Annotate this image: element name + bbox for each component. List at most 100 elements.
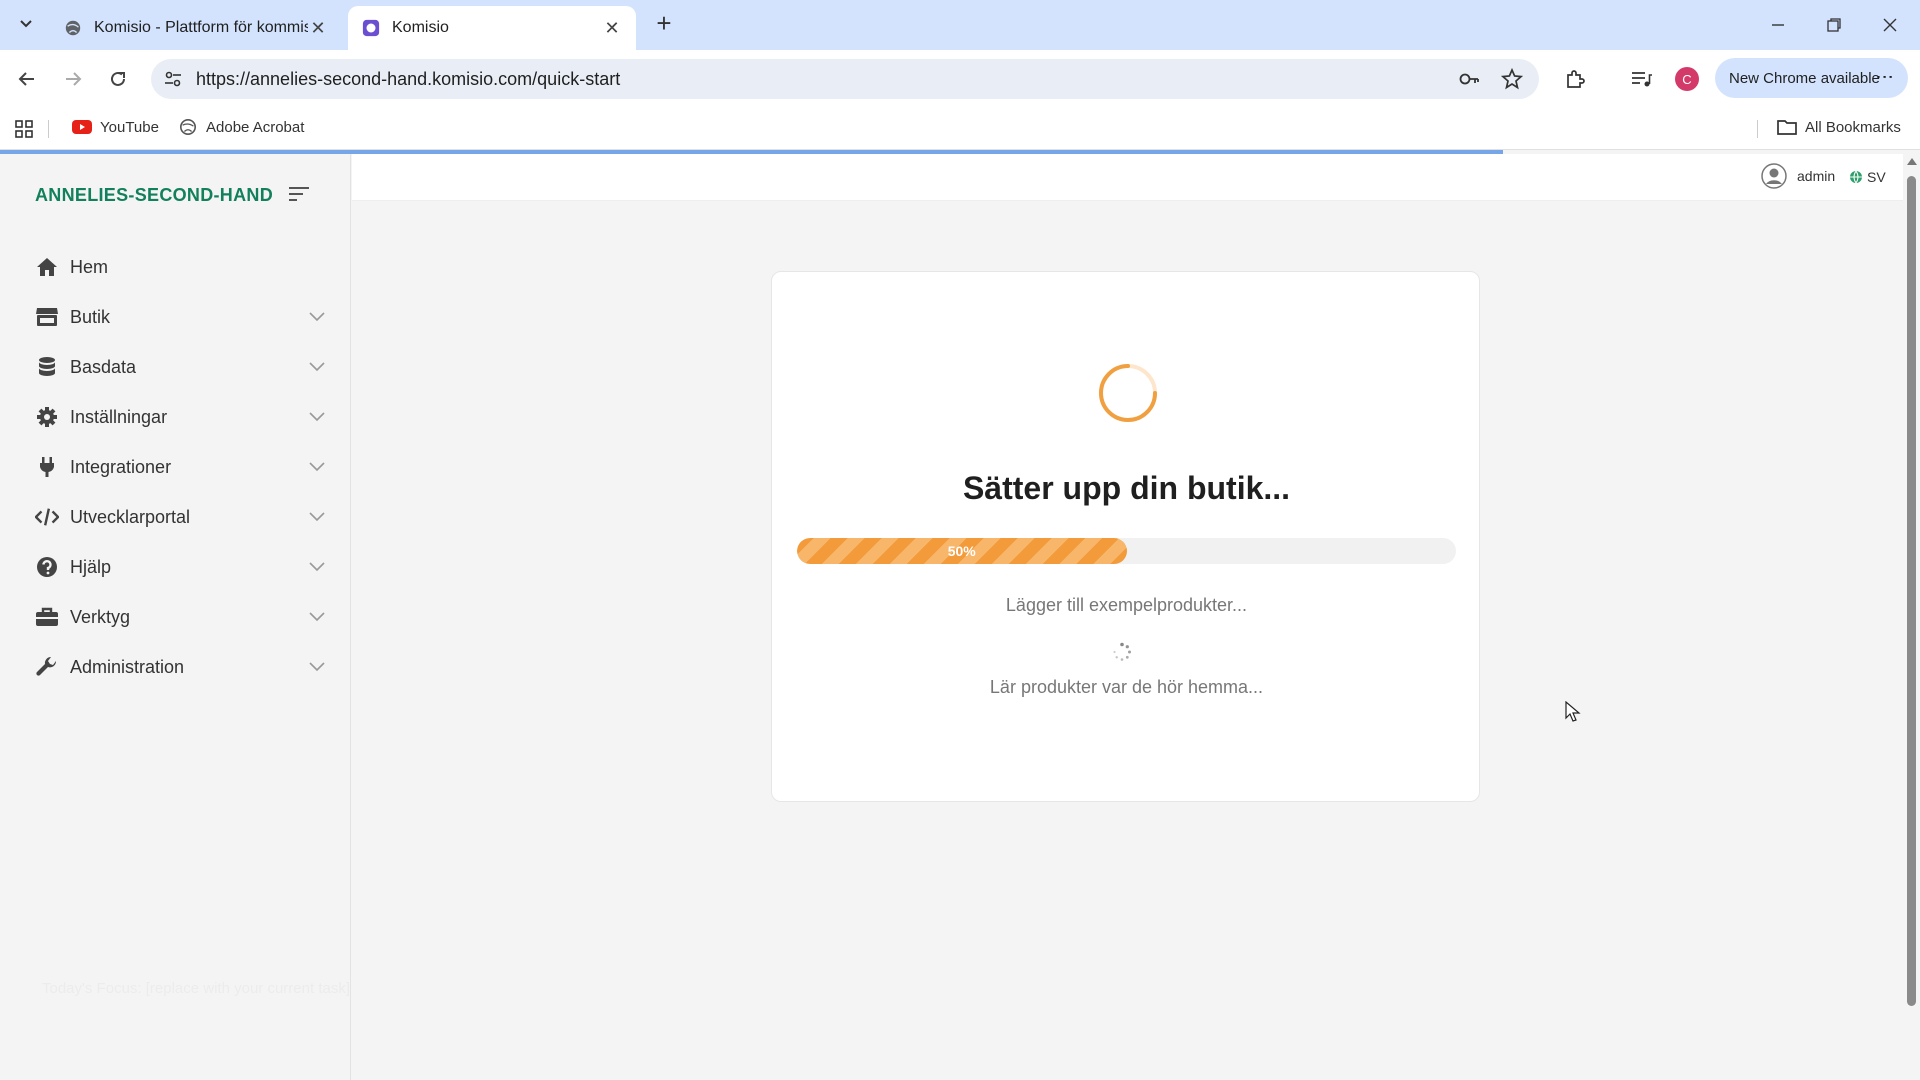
- chevron-down-icon: [309, 662, 325, 672]
- sidebar-item-label: Inställningar: [70, 406, 168, 427]
- bookmark-divider: [1757, 120, 1758, 138]
- loading-spinner-icon: [1099, 364, 1157, 422]
- sidebar: ANNELIES-SECOND-HAND Hem Butik Basdata I…: [0, 154, 351, 1080]
- sidebar-item-hjalp[interactable]: Hjälp: [35, 549, 325, 585]
- chevron-down-icon: [309, 612, 325, 622]
- language-switcher[interactable]: SV: [1849, 169, 1886, 185]
- chevron-down-icon: [19, 19, 32, 27]
- sidebar-item-label: Verktyg: [70, 606, 131, 627]
- chrome-update-button[interactable]: New Chrome available ⋮: [1715, 58, 1908, 98]
- sidebar-item-administration[interactable]: Administration: [35, 649, 325, 685]
- media-controls-icon[interactable]: [1629, 67, 1653, 91]
- chevron-down-icon: [309, 562, 325, 572]
- reload-button[interactable]: [100, 61, 136, 97]
- app-header: admin SV: [352, 154, 1903, 201]
- browser-toolbar: https://annelies-second-hand.komisio.com…: [0, 50, 1920, 108]
- setup-progress-bar: 50%: [797, 538, 1456, 564]
- youtube-icon: [72, 120, 92, 134]
- chevron-down-icon: [309, 512, 325, 522]
- bookmark-youtube[interactable]: YouTube: [72, 118, 159, 136]
- folder-icon: [1777, 120, 1797, 135]
- database-icon: [39, 357, 55, 376]
- extensions-puzzle-icon[interactable]: [1563, 67, 1587, 91]
- sidebar-item-integrationer[interactable]: Integrationer: [35, 449, 325, 485]
- store-icon: [36, 308, 58, 326]
- more-menu-icon[interactable]: ⋮: [1874, 68, 1896, 84]
- chevron-down-icon: [309, 312, 325, 322]
- sidebar-item-basdata[interactable]: Basdata: [35, 349, 325, 385]
- sidebar-item-label: Integrationer: [70, 456, 172, 477]
- gear-icon: [37, 407, 57, 427]
- close-tab-icon[interactable]: ✕: [308, 18, 328, 38]
- plug-icon: [40, 457, 54, 477]
- bookmark-adobe-acrobat[interactable]: Adobe Acrobat: [178, 118, 304, 136]
- tab-title: Komisio - Plattform för kommissionshande…: [94, 19, 308, 36]
- chevron-down-icon: [309, 362, 325, 372]
- all-bookmarks-label: All Bookmarks: [1805, 118, 1901, 136]
- bookmark-label: YouTube: [100, 118, 159, 136]
- bookmarks-bar: YouTube Adobe Acrobat All Bookmarks: [0, 108, 1920, 150]
- site-settings-icon[interactable]: [163, 69, 183, 89]
- user-menu[interactable]: admin: [1761, 163, 1835, 189]
- reload-icon: [111, 71, 125, 86]
- globe-icon: [1850, 170, 1862, 184]
- sidebar-item-label: Administration: [70, 656, 185, 677]
- focus-note: Today's Focus: [replace with your curren…: [42, 980, 350, 997]
- profile-avatar[interactable]: C: [1675, 67, 1699, 91]
- user-name: admin: [1797, 168, 1836, 184]
- bookmark-label: Adobe Acrobat: [206, 118, 305, 136]
- close-window-button[interactable]: [1862, 0, 1918, 50]
- tab-komisio-platform[interactable]: Komisio - Plattform för kommissionshande…: [50, 6, 342, 50]
- arrow-left-icon: [18, 72, 34, 86]
- chrome-update-label: New Chrome available: [1729, 69, 1880, 87]
- arrow-right-icon: [66, 72, 82, 86]
- password-key-icon[interactable]: [1458, 68, 1480, 90]
- url-text[interactable]: https://annelies-second-hand.komisio.com…: [196, 69, 620, 90]
- sidebar-item-verktyg[interactable]: Verktyg: [35, 599, 325, 635]
- scrollbar-thumb[interactable]: [1907, 176, 1916, 1006]
- apps-grid-icon[interactable]: [14, 119, 34, 139]
- mouse-cursor-icon: [1565, 701, 1581, 722]
- sidebar-item-installningar[interactable]: Inställningar: [35, 399, 325, 435]
- komisio-logo-icon: [362, 19, 380, 37]
- bookmark-star-icon[interactable]: [1501, 68, 1523, 90]
- sidebar-item-label: Hjälp: [70, 556, 112, 577]
- setup-status-secondary: Lär produkter var de hör hemma...: [989, 677, 1264, 697]
- toolbox-icon: [36, 607, 58, 626]
- close-tab-icon[interactable]: ✕: [602, 18, 622, 38]
- sidebar-item-hem[interactable]: Hem: [35, 249, 325, 285]
- close-icon: [1883, 18, 1897, 32]
- sidebar-item-label: Butik: [70, 306, 111, 327]
- setup-card: Sätter upp din butik... 50% Lägger till …: [771, 271, 1480, 802]
- brand-title[interactable]: ANNELIES-SECOND-HAND: [35, 185, 273, 206]
- globe-icon: [65, 20, 81, 36]
- all-bookmarks-button[interactable]: All Bookmarks: [1777, 118, 1901, 136]
- new-tab-button[interactable]: +: [652, 10, 676, 36]
- sidebar-item-label: Basdata: [70, 356, 137, 377]
- restore-button[interactable]: [1806, 0, 1862, 50]
- scroll-up-arrow[interactable]: [1907, 158, 1917, 165]
- small-spinner-icon: [1113, 642, 1131, 661]
- back-button[interactable]: [9, 61, 45, 97]
- sidebar-item-label: Hem: [70, 256, 109, 277]
- forward-button[interactable]: [55, 61, 91, 97]
- restore-icon: [1827, 18, 1841, 32]
- tab-search-button[interactable]: [11, 9, 40, 38]
- chevron-down-icon: [309, 412, 325, 422]
- minimize-button[interactable]: [1750, 0, 1806, 50]
- wrench-icon: [36, 656, 57, 676]
- sidebar-item-utvecklarportal[interactable]: Utvecklarportal: [35, 499, 325, 535]
- page-scrollbar[interactable]: [1903, 154, 1920, 1080]
- setup-progress-fill: 50%: [797, 538, 1127, 564]
- minimize-icon: [1772, 24, 1784, 26]
- browser-tab-bar: Komisio - Plattform för kommissionshande…: [0, 0, 1920, 50]
- globe-icon: [179, 118, 197, 136]
- tab-komisio[interactable]: Komisio ✕: [348, 6, 636, 50]
- bookmark-divider: [48, 120, 49, 138]
- menu-toggle-icon[interactable]: [288, 184, 310, 204]
- code-icon: [35, 508, 59, 526]
- sidebar-item-butik[interactable]: Butik: [35, 299, 325, 335]
- chevron-down-icon: [309, 462, 325, 472]
- address-bar[interactable]: https://annelies-second-hand.komisio.com…: [151, 59, 1539, 99]
- tab-title: Komisio: [392, 19, 449, 36]
